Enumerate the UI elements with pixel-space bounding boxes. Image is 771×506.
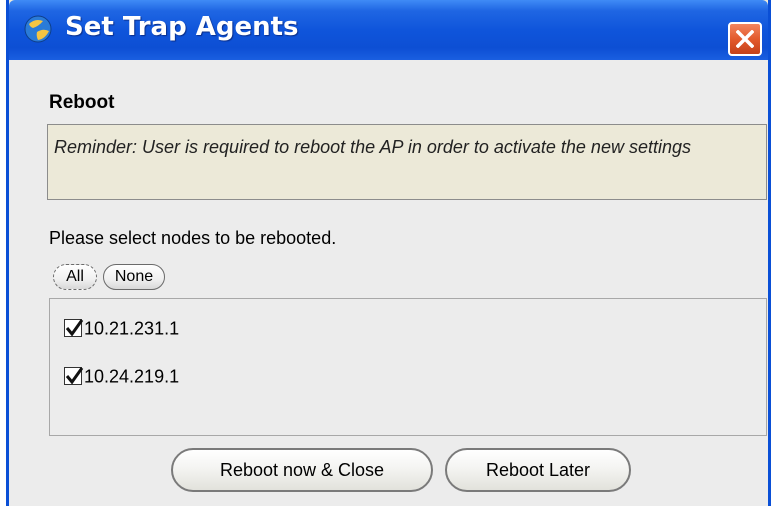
node-checkbox[interactable] xyxy=(64,319,84,338)
dialog-content: Reboot Reminder: User is required to reb… xyxy=(9,60,768,506)
select-none-button[interactable]: None xyxy=(103,264,165,290)
close-button[interactable] xyxy=(728,22,762,56)
close-icon xyxy=(736,30,754,48)
window-title: Set Trap Agents xyxy=(65,12,299,42)
section-title: Reboot xyxy=(49,92,115,113)
checkmark-icon xyxy=(65,319,84,337)
reminder-message: Reminder: User is required to reboot the… xyxy=(47,124,767,200)
nodes-list: 10.21.231.1 10.24.219.1 xyxy=(49,298,767,436)
select-nodes-prompt: Please select nodes to be rebooted. xyxy=(49,228,337,248)
dialog-window: Set Trap Agents Reboot Reminder: User is… xyxy=(6,0,771,506)
node-label: 10.21.231.1 xyxy=(84,318,180,339)
checkmark-icon xyxy=(65,367,84,385)
reboot-later-button[interactable]: Reboot Later xyxy=(445,448,631,492)
node-item[interactable]: 10.21.231.1 xyxy=(64,313,179,341)
reboot-now-close-button[interactable]: Reboot now & Close xyxy=(171,448,433,492)
title-bar[interactable]: Set Trap Agents xyxy=(9,0,768,60)
app-globe-icon xyxy=(24,15,52,43)
node-item[interactable]: 10.24.219.1 xyxy=(64,361,179,389)
select-all-button[interactable]: All xyxy=(53,264,97,290)
node-checkbox[interactable] xyxy=(64,367,84,386)
node-label: 10.24.219.1 xyxy=(84,366,180,387)
